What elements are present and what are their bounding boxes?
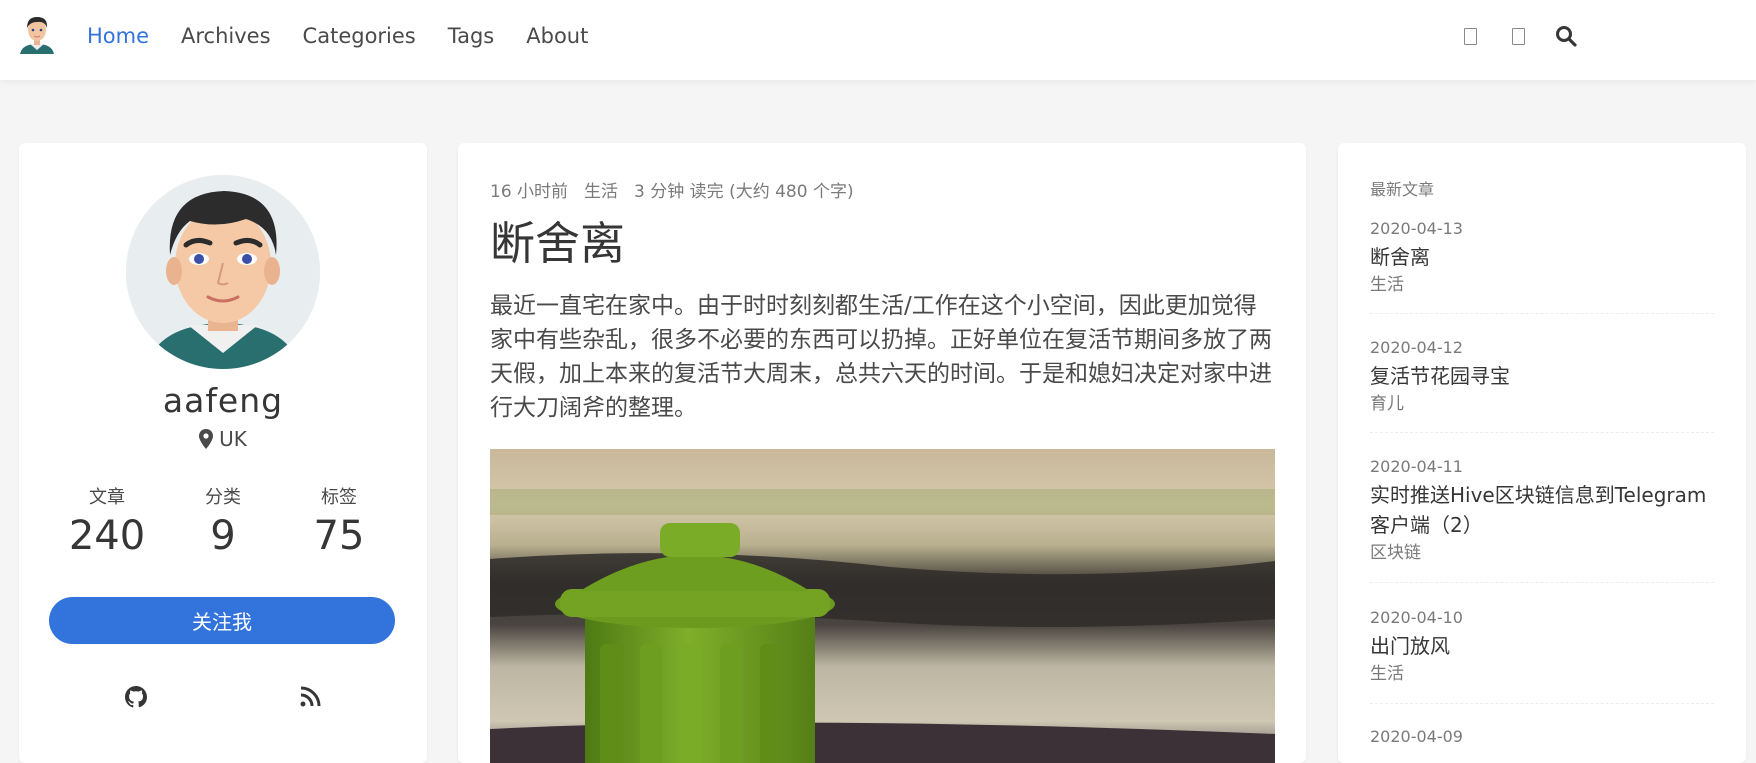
divider <box>1370 703 1714 704</box>
logo-avatar[interactable] <box>18 14 56 54</box>
recent-post: 2020-04-12 复活节花园寻宝 育儿 <box>1370 337 1720 415</box>
navbar: Home Archives Categories Tags About <box>0 0 1756 80</box>
article-excerpt: 最近一直宅在家中。由于时时刻刻都生活/工作在这个小空间，因此更加觉得家中有些杂乱… <box>490 293 1272 421</box>
nav-about[interactable]: About <box>526 22 588 50</box>
post-title[interactable]: 出门放风 <box>1370 631 1720 661</box>
stat-tags[interactable]: 标签 75 <box>284 483 394 559</box>
article-title[interactable]: 断舍离 <box>490 207 625 272</box>
post-category[interactable]: 生活 <box>1370 274 1720 296</box>
article-meta: 16 小时前 生活 3 分钟 读完 (大约 480 个字) <box>490 177 854 202</box>
stat-value: 75 <box>313 513 365 559</box>
post-title[interactable]: 复活节花园寻宝 <box>1370 361 1720 391</box>
divider <box>1370 582 1714 583</box>
recent-posts-card: 最新文章 2020-04-13 断舍离 生活 2020-04-12 复活节花园寻… <box>1338 143 1746 763</box>
nav-archives[interactable]: Archives <box>181 22 271 50</box>
recent-post: 2020-04-09 <box>1370 726 1720 748</box>
article-hero-image <box>490 449 1275 763</box>
divider <box>1370 313 1714 314</box>
stat-label: 文章 <box>89 487 125 508</box>
search-icon[interactable] <box>1554 22 1578 50</box>
divider <box>1370 432 1714 433</box>
profile-stats: 文章 240 分类 9 标签 75 <box>19 483 427 559</box>
stat-label: 标签 <box>321 487 357 508</box>
profile-name: aafeng <box>162 381 284 420</box>
stat-value: 240 <box>68 513 146 559</box>
post-category[interactable]: 生活 <box>1370 663 1720 685</box>
profile-card: aafeng UK 文章 240 分类 9 标签 75 关注我 <box>19 143 427 763</box>
post-title[interactable]: 实时推送Hive区块链信息到Telegram客户端（2） <box>1370 480 1720 540</box>
profile-avatar <box>126 175 320 369</box>
stat-categories[interactable]: 分类 9 <box>168 483 278 559</box>
recent-post: 2020-04-13 断舍离 生活 <box>1370 218 1720 296</box>
nav-home[interactable]: Home <box>87 22 149 50</box>
stat-value: 9 <box>210 513 236 559</box>
post-date: 2020-04-09 <box>1370 727 1463 746</box>
article-category[interactable]: 生活 <box>584 177 618 202</box>
recent-post: 2020-04-10 出门放风 生活 <box>1370 607 1720 685</box>
stat-posts[interactable]: 文章 240 <box>52 483 162 559</box>
post-date: 2020-04-12 <box>1370 338 1463 357</box>
recent-posts-heading: 最新文章 <box>1370 180 1435 199</box>
article-reading-time: 3 分钟 读完 (大约 480 个字) <box>634 182 854 202</box>
nav-links: Home Archives Categories Tags About <box>87 22 588 50</box>
post-date: 2020-04-11 <box>1370 457 1463 476</box>
github-icon[interactable] <box>124 685 148 709</box>
article-card: 16 小时前 生活 3 分钟 读完 (大约 480 个字) 断舍离 最近一直宅在… <box>458 143 1306 763</box>
post-date: 2020-04-10 <box>1370 608 1463 627</box>
map-marker-icon <box>199 429 214 449</box>
post-date: 2020-04-13 <box>1370 219 1463 238</box>
recent-post: 2020-04-11 实时推送Hive区块链信息到Telegram客户端（2） … <box>1370 456 1720 564</box>
nav-tags[interactable]: Tags <box>448 22 495 50</box>
nav-categories[interactable]: Categories <box>303 22 416 50</box>
profile-location: UK <box>19 427 427 451</box>
post-category[interactable]: 区块链 <box>1370 542 1720 564</box>
translate-icon[interactable] <box>1458 22 1482 50</box>
article-time: 16 小时前 <box>490 182 569 202</box>
post-category[interactable]: 育儿 <box>1370 393 1720 415</box>
stat-label: 分类 <box>205 487 241 508</box>
post-title[interactable]: 断舍离 <box>1370 242 1720 272</box>
location-text: UK <box>219 427 247 451</box>
toc-icon[interactable] <box>1506 22 1530 50</box>
rss-icon[interactable] <box>298 685 322 709</box>
follow-button[interactable]: 关注我 <box>49 597 395 644</box>
